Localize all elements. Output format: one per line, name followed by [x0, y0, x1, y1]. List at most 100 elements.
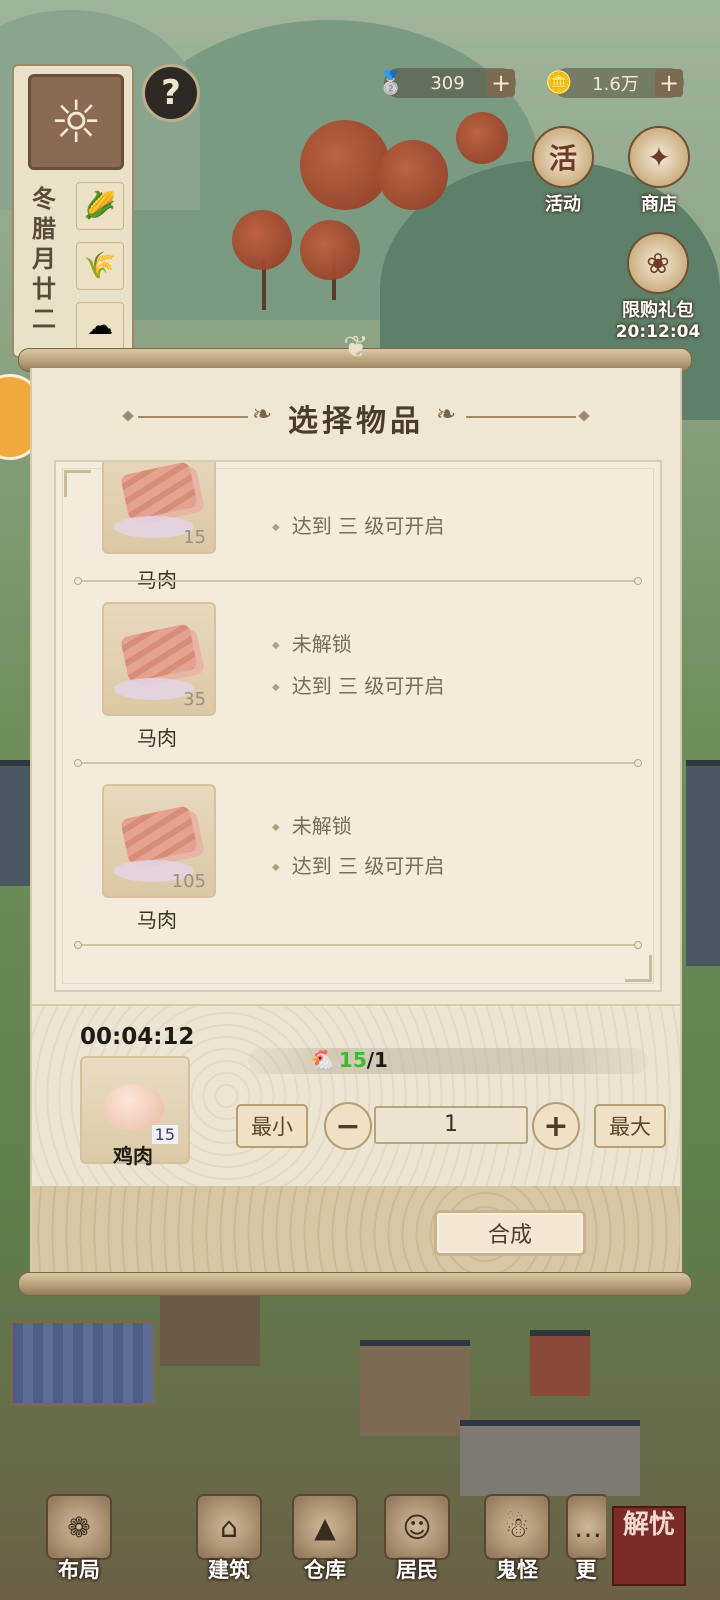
ingredient-bar — [248, 1048, 648, 1074]
craft-panel: 00:04:12 15 鸡肉 🐔 15/1 最小 − 1 + 最大 — [32, 1004, 680, 1188]
nav-building[interactable]: ⌂ 建筑 — [188, 1488, 270, 1600]
map-building — [360, 1340, 470, 1436]
ghost-icon: ☃ — [484, 1494, 550, 1560]
quantity-field[interactable]: 1 — [374, 1106, 528, 1144]
red-maple-tree — [456, 112, 508, 164]
silver-amount: 309 — [430, 72, 465, 94]
activity-label: 活动 — [545, 194, 581, 215]
item-list[interactable]: 15 马肉 达到 三 级可开启 35 马肉 未解锁 达到 三 级可开启 105 — [54, 460, 662, 992]
horse-meat-icon — [119, 462, 199, 521]
nav-label: 建筑 — [208, 1558, 250, 1582]
red-maple-tree — [232, 210, 292, 270]
sun-weather-icon[interactable]: ☼ — [28, 74, 124, 170]
date-char: 二 — [32, 305, 56, 333]
cloud-icon: ☁ — [76, 302, 124, 350]
gift-bag-icon: ❀ — [627, 232, 689, 294]
scroll-knot-icon: ❦ — [343, 330, 369, 365]
silver-ingot-icon: 🥈 — [377, 70, 405, 96]
ingredient-need: /1 — [366, 1048, 388, 1072]
nav-label: 更 — [575, 1558, 597, 1582]
wheat-icon: 🌾 — [76, 242, 124, 290]
gift-timer: 20:12:04 — [615, 322, 701, 342]
item-name: 马肉 — [137, 908, 177, 932]
nav-ghost[interactable]: ☃ 鬼怪 — [476, 1488, 558, 1600]
select-item-dialog: ❧ 选择物品 ❧ 15 马肉 达到 三 级可开启 35 马肉 未解锁 — [30, 368, 682, 1282]
max-quantity-button[interactable]: 最大 — [594, 1104, 666, 1148]
scroll-icon: 活 — [532, 126, 594, 188]
nav-more[interactable]: … 更 — [566, 1488, 606, 1600]
gift-label: 限购礼包 — [622, 300, 694, 321]
craft-time: 00:04:12 — [80, 1024, 195, 1050]
item-tile[interactable]: 35 — [102, 602, 216, 716]
roast-chicken-icon — [104, 1084, 164, 1130]
shop-label: 商店 — [641, 194, 677, 215]
activity-button[interactable]: 活 活动 — [528, 126, 598, 216]
season-date: 冬 腊 月 廿 二 — [24, 184, 64, 334]
date-char: 月 — [32, 245, 56, 273]
ingredient-requirement: 🐔 15/1 — [310, 1048, 388, 1072]
item-name: 马肉 — [137, 726, 177, 750]
list-item[interactable]: 105 马肉 未解锁 达到 三 级可开启 — [56, 754, 660, 934]
list-item[interactable]: 15 马肉 达到 三 级可开启 — [56, 462, 660, 592]
item-tile[interactable]: 105 — [102, 784, 216, 898]
item-count: 105 — [171, 871, 206, 892]
residents-icon: ☺ — [384, 1494, 450, 1560]
nav-label: 鬼怪 — [496, 1558, 538, 1582]
nav-label: 居民 — [396, 1558, 438, 1582]
min-quantity-button[interactable]: 最小 — [236, 1104, 308, 1148]
horse-meat-icon — [119, 623, 199, 683]
add-silver-button[interactable]: + — [487, 69, 515, 97]
seal-text: 解忧 — [622, 1510, 675, 1540]
red-maple-tree — [300, 220, 360, 280]
nav-layout[interactable]: ❁ 布局 — [38, 1488, 120, 1600]
row-divider — [74, 941, 642, 949]
limited-gift-button[interactable]: ❀ 限购礼包 20:12:04 — [612, 232, 704, 342]
nav-label: 布局 — [58, 1558, 100, 1582]
hen-icon: 🐔 — [310, 1048, 335, 1072]
unlock-condition: 达到 三 级可开启 — [272, 510, 445, 539]
plate-icon — [114, 516, 194, 538]
scroll-bottom-rod — [18, 1272, 692, 1296]
red-maple-tree — [378, 140, 448, 210]
nav-label: 仓库 — [304, 1558, 346, 1582]
weather-calendar-panel[interactable]: ☼ 冬 腊 月 廿 二 🌽 🌾 ☁ — [12, 64, 134, 358]
nav-residents[interactable]: ☺ 居民 — [376, 1488, 458, 1600]
warehouse-icon: ▲ — [292, 1494, 358, 1560]
title-divider-right — [466, 416, 576, 418]
decrease-quantity-button[interactable]: − — [324, 1102, 372, 1150]
date-char: 廿 — [32, 275, 56, 303]
jieyou-seal-button[interactable]: 解忧 — [612, 1506, 686, 1586]
map-building — [686, 760, 720, 966]
coin-counter: 🪙 1.6万 + — [545, 68, 684, 98]
lock-status: 未解锁 — [272, 628, 352, 657]
item-count: 15 — [183, 527, 206, 548]
unlock-condition: 达到 三 级可开启 — [272, 670, 445, 699]
synthesize-button[interactable]: 合成 — [434, 1210, 586, 1256]
date-char: 腊 — [32, 215, 56, 243]
horse-meat-icon — [119, 805, 199, 865]
season-label: 冬 — [32, 185, 56, 213]
more-icon: … — [566, 1494, 606, 1560]
nav-warehouse[interactable]: ▲ 仓库 — [284, 1488, 366, 1600]
add-coins-button[interactable]: + — [655, 69, 683, 97]
shop-bag-icon: ✦ — [628, 126, 690, 188]
copper-coin-icon: 🪙 — [545, 70, 573, 96]
unlock-condition: 达到 三 级可开启 — [272, 850, 445, 879]
list-item[interactable]: 35 马肉 未解锁 达到 三 级可开启 — [56, 572, 660, 752]
item-count: 35 — [183, 689, 206, 710]
help-button[interactable]: ? — [142, 64, 200, 122]
title-swirl-icon: ❧ — [436, 400, 457, 428]
dialog-footer: 合成 — [32, 1186, 680, 1282]
lock-status: 未解锁 — [272, 810, 352, 839]
ingredient-have: 15 — [338, 1048, 367, 1072]
product-name: 鸡肉 — [113, 1144, 153, 1168]
farm-field — [10, 1320, 156, 1406]
crop-icon: 🌽 — [76, 182, 124, 230]
shop-button[interactable]: ✦ 商店 — [624, 126, 694, 216]
map-building — [160, 1290, 260, 1366]
layout-icon: ❁ — [46, 1494, 112, 1560]
silver-counter: 🥈 309 + — [377, 68, 516, 98]
increase-quantity-button[interactable]: + — [532, 1102, 580, 1150]
item-tile[interactable]: 15 — [102, 462, 216, 554]
red-maple-tree — [300, 120, 390, 210]
